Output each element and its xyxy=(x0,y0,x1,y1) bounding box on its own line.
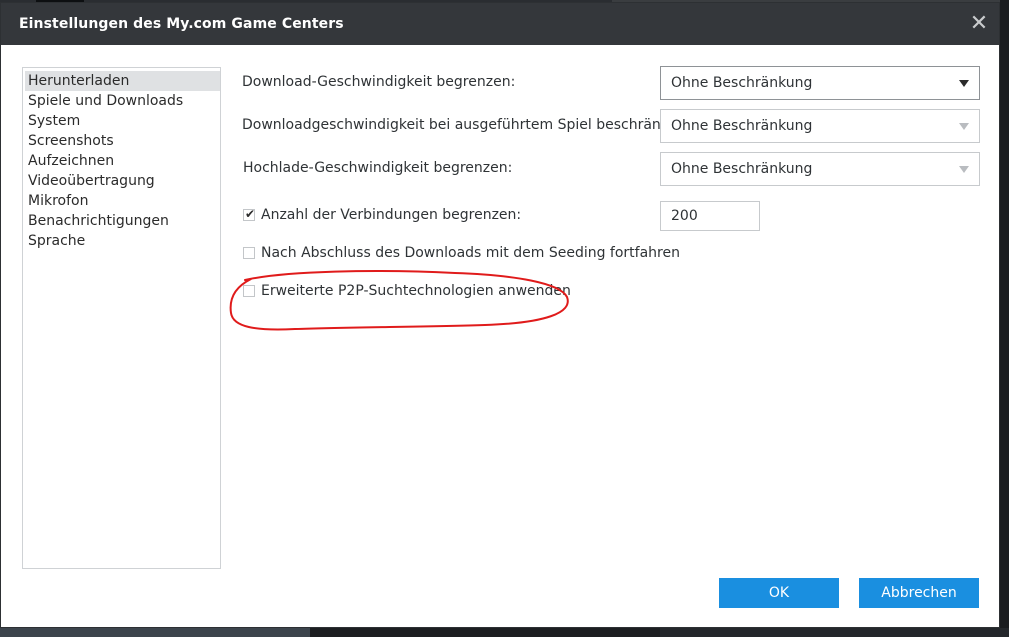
connections-checkbox[interactable]: ✔ xyxy=(243,207,256,221)
connections-label: Anzahl der Verbindungen begrenzen: xyxy=(261,207,522,223)
sidebar-item-system[interactable]: System xyxy=(25,111,220,131)
sidebar-item-sprache[interactable]: Sprache xyxy=(25,231,220,251)
chevron-down-icon xyxy=(959,80,969,87)
background-right-edge xyxy=(1000,0,1009,637)
sidebar-item-screenshots[interactable]: Screenshots xyxy=(25,131,220,151)
connections-input[interactable]: 200 xyxy=(660,201,760,231)
seeding-label: Nach Abschluss des Downloads mit dem See… xyxy=(261,245,680,261)
chevron-down-icon xyxy=(959,166,969,173)
dialog-title: Einstellungen des My.com Game Centers xyxy=(19,16,344,32)
cancel-button[interactable]: Abbrechen xyxy=(859,578,979,608)
annotation-circle xyxy=(229,270,569,331)
download-limit-select[interactable]: Ohne Beschränkung xyxy=(660,66,980,100)
seeding-checkbox[interactable] xyxy=(243,247,255,259)
ok-button[interactable]: OK xyxy=(719,578,839,608)
dialog-titlebar: Einstellungen des My.com Game Centers ✕ xyxy=(1,3,999,45)
ingame-limit-label: Downloadgeschwindigkeit bei ausgeführtem… xyxy=(242,117,691,133)
close-icon[interactable]: ✕ xyxy=(968,13,990,35)
sidebar-item-videouebertragung[interactable]: Videoübertragung xyxy=(25,171,220,191)
background-bottom-strip xyxy=(0,628,1009,637)
sidebar-item-spiele-und-downloads[interactable]: Spiele und Downloads xyxy=(25,91,220,111)
download-limit-label: Download-Geschwindigkeit begrenzen: xyxy=(242,74,516,90)
upload-limit-select[interactable]: Ohne Beschränkung xyxy=(660,152,980,186)
ingame-limit-select[interactable]: Ohne Beschränkung xyxy=(660,109,980,143)
settings-nav: Herunterladen Spiele und Downloads Syste… xyxy=(22,67,221,569)
download-limit-value: Ohne Beschränkung xyxy=(671,75,813,91)
ingame-limit-value: Ohne Beschränkung xyxy=(671,118,813,134)
sidebar-item-herunterladen[interactable]: Herunterladen xyxy=(25,71,220,91)
sidebar-item-aufzeichnen[interactable]: Aufzeichnen xyxy=(25,151,220,171)
chevron-down-icon xyxy=(959,123,969,130)
settings-dialog: Einstellungen des My.com Game Centers ✕ … xyxy=(0,2,1000,628)
upload-limit-value: Ohne Beschränkung xyxy=(671,161,813,177)
sidebar-item-benachrichtigungen[interactable]: Benachrichtigungen xyxy=(25,211,220,231)
upload-limit-label: Hochlade-Geschwindigkeit begrenzen: xyxy=(243,160,513,176)
sidebar-item-mikrofon[interactable]: Mikrofon xyxy=(25,191,220,211)
checkmark-icon: ✔ xyxy=(245,207,256,221)
